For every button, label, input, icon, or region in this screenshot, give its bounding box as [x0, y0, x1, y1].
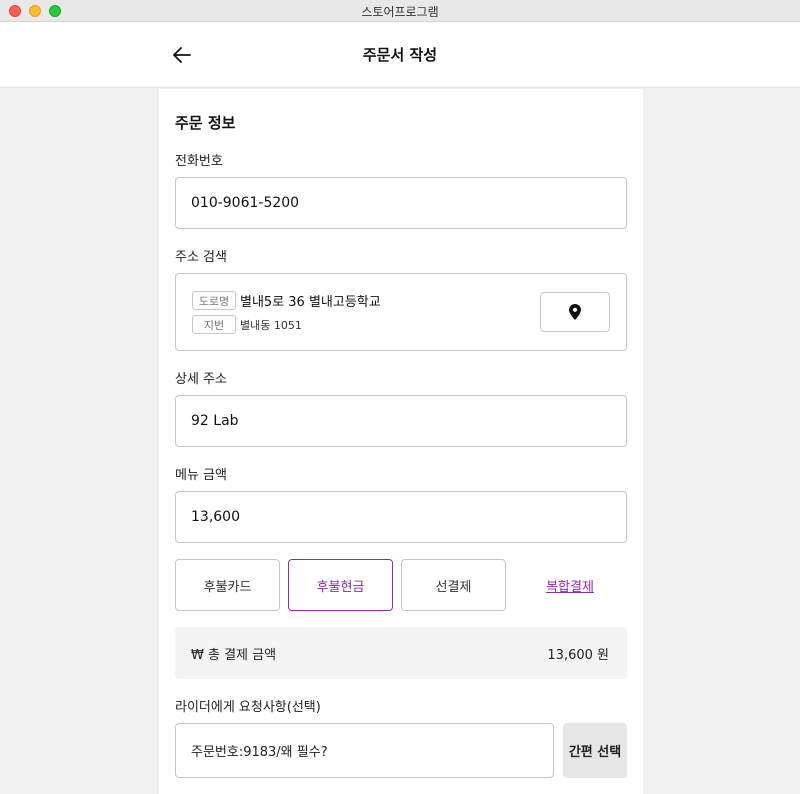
- total-amount-box: ₩ 총 결제 금액 13,600 원: [175, 627, 627, 679]
- detail-address-label: 상세 주소: [175, 372, 227, 387]
- jibun-address: 별내동 1051: [240, 319, 302, 332]
- section-title: 주문 정보: [175, 114, 236, 132]
- road-tag: 도로명: [192, 291, 236, 310]
- menu-amount-label: 메뉴 금액: [175, 468, 227, 483]
- request-input[interactable]: 주문번호:9183/왜 필수?: [175, 723, 554, 778]
- complex-payment-link[interactable]: 복합결제: [520, 559, 620, 611]
- address-search-box[interactable]: 도로명 별내5로 36 별내고등학교 지번 별내동 1051: [175, 273, 627, 351]
- map-pin-icon: [569, 304, 581, 320]
- window-titlebar: 스토어프로그램: [0, 0, 800, 22]
- quick-select-button[interactable]: 간편 선택: [563, 723, 627, 778]
- app-header: 주문서 작성: [0, 22, 800, 88]
- window-title: 스토어프로그램: [361, 5, 439, 19]
- map-search-button[interactable]: [540, 292, 610, 332]
- phone-label: 전화번호: [175, 154, 223, 169]
- jibun-tag: 지번: [192, 315, 236, 334]
- total-value: 13,600 원: [547, 648, 609, 663]
- page-title: 주문서 작성: [362, 46, 438, 64]
- request-label: 라이더에게 요청사항(선택): [175, 700, 321, 715]
- road-address: 별내5로 36 별내고등학교: [240, 295, 381, 310]
- address-search-label: 주소 검색: [175, 250, 227, 265]
- prepaid-button[interactable]: 선결제: [401, 559, 506, 611]
- pay-card-button[interactable]: 후불카드: [175, 559, 280, 611]
- pay-cash-button[interactable]: 후불현금: [288, 559, 393, 611]
- total-label: ₩ 총 결제 금액: [191, 648, 277, 663]
- detail-address-input[interactable]: 92 Lab: [175, 395, 627, 447]
- menu-amount-input[interactable]: 13,600: [175, 491, 627, 543]
- phone-input[interactable]: 010-9061-5200: [175, 177, 627, 229]
